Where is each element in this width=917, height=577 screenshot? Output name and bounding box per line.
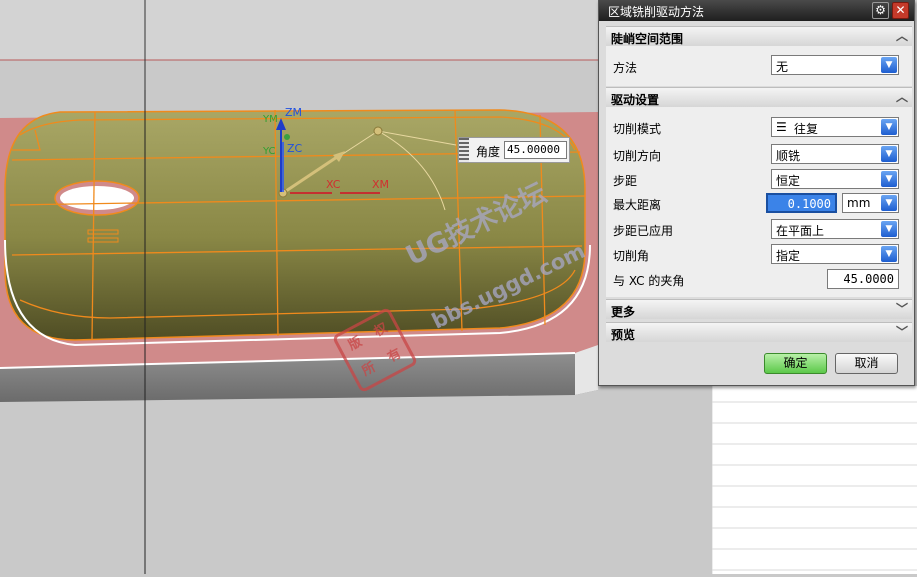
max-distance-input[interactable]: 0.1000 (766, 193, 837, 213)
chevron-down-icon: ▼ (881, 57, 897, 73)
zigzag-icon: ☰ (776, 120, 787, 134)
section-more-title: 更多 (611, 305, 636, 319)
cut-angle-label: 切削角 (613, 249, 650, 263)
xc-angle-input[interactable]: 45.0000 (827, 269, 899, 289)
gear-icon[interactable]: ⚙ (872, 2, 889, 19)
method-select[interactable]: 无 ▼ (771, 55, 899, 75)
xc-angle-label: 与 XC 的夹角 (613, 274, 685, 288)
area-milling-drive-dialog: 区域铣削驱动方法 ⚙ ✕ 陡峭空间范围 ︿ 方法 无 ▼ 驱动设置 ︿ 切削模式… (598, 0, 915, 386)
angle-label: 角度 (476, 145, 501, 159)
section-preview-header[interactable]: 预览 ﹀ (606, 322, 912, 342)
zc-axis-label: ZC (287, 142, 303, 155)
drag-grip-icon[interactable] (459, 138, 469, 162)
chevron-down-icon: ▼ (881, 119, 897, 135)
section-steep-header[interactable]: 陡峭空间范围 ︿ (606, 26, 912, 46)
chevron-down-icon: ▼ (881, 195, 897, 211)
angle-handle-widget[interactable]: 角度 45.00000 (458, 137, 570, 163)
chevron-down-icon: ▼ (881, 146, 897, 162)
collapse-chevron-icon[interactable]: ︿ (894, 88, 910, 106)
section-more-header[interactable]: 更多 ﹀ (606, 299, 912, 319)
chevron-down-icon: ▼ (881, 246, 897, 262)
cut-pattern-label: 切削模式 (613, 122, 662, 136)
chevron-down-icon: ▼ (881, 221, 897, 237)
cut-direction-label: 切削方向 (613, 149, 662, 163)
max-distance-label: 最大距离 (613, 198, 662, 212)
cut-angle-select[interactable]: 指定 ▼ (771, 244, 899, 264)
ym-axis-label: YM (262, 114, 278, 125)
max-distance-unit-select[interactable]: mm ▼ (842, 193, 899, 213)
stepover-applied-label: 步距已应用 (613, 224, 674, 238)
method-label: 方法 (613, 61, 638, 75)
xc-axis-label: XC (326, 178, 341, 191)
section-drive-header[interactable]: 驱动设置 ︿ (606, 87, 912, 107)
section-steep-title: 陡峭空间范围 (611, 32, 684, 46)
section-steep-panel: 方法 无 ▼ (606, 46, 912, 86)
cut-pattern-select[interactable]: ☰ 往复 ▼ (771, 117, 899, 137)
close-icon[interactable]: ✕ (892, 2, 909, 19)
expand-chevron-icon[interactable]: ﹀ (894, 323, 910, 341)
xm-axis-label: XM (372, 178, 389, 191)
yc-axis-label: YC (262, 146, 276, 157)
stepover-select[interactable]: 恒定 ▼ (771, 169, 899, 189)
chevron-down-icon: ▼ (881, 171, 897, 187)
zm-axis-label: ZM (285, 106, 302, 119)
section-drive-panel: 切削模式 ☰ 往复 ▼ 切削方向 顺铣 ▼ 步距 恒定 ▼ 最大距离 0.100… (606, 107, 912, 297)
dialog-titlebar[interactable]: 区域铣削驱动方法 ⚙ ✕ (599, 0, 914, 21)
cancel-button[interactable]: 取消 (835, 353, 898, 374)
section-drive-title: 驱动设置 (611, 93, 660, 107)
section-preview-title: 预览 (611, 328, 636, 342)
ok-button[interactable]: 确定 (764, 353, 827, 374)
expand-chevron-icon[interactable]: ﹀ (894, 300, 910, 318)
cut-direction-select[interactable]: 顺铣 ▼ (771, 144, 899, 164)
stepover-label: 步距 (613, 174, 638, 188)
dialog-title: 区域铣削驱动方法 (608, 5, 705, 19)
background-table (711, 386, 917, 574)
collapse-chevron-icon[interactable]: ︿ (894, 27, 910, 45)
stepover-applied-select[interactable]: 在平面上 ▼ (771, 219, 899, 239)
angle-input[interactable]: 45.00000 (504, 141, 567, 159)
